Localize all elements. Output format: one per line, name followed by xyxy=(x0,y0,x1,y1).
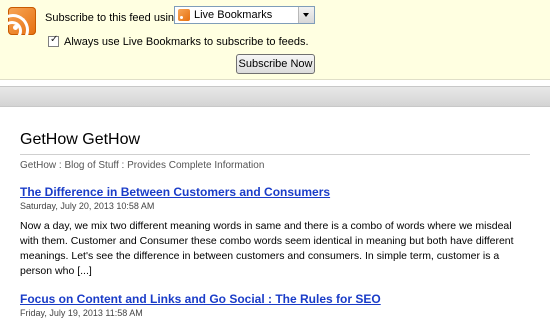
feed-subtitle: GetHow : Blog of Stuff : Provides Comple… xyxy=(20,160,265,171)
chevron-down-icon[interactable] xyxy=(298,7,314,23)
title-divider xyxy=(20,154,530,155)
always-use-checkbox[interactable] xyxy=(48,34,59,47)
subscribe-now-button[interactable]: Subscribe Now xyxy=(236,54,315,74)
feed-item-body: Now a day, we mix two different meaning … xyxy=(20,220,514,277)
subscribe-label: Subscribe to this feed using xyxy=(45,12,181,24)
rss-feed-icon xyxy=(8,7,36,35)
live-bookmarks-icon xyxy=(178,9,190,21)
feed-item-date: Friday, July 19, 2013 11:58 AM xyxy=(20,308,143,318)
subscribe-panel: Subscribe to this feed using Live Bookma… xyxy=(0,0,550,80)
reader-select[interactable]: Live Bookmarks xyxy=(174,6,315,24)
feed-item: Focus on Content and Links and Go Social… xyxy=(20,292,530,318)
reader-select-value: Live Bookmarks xyxy=(194,9,273,21)
feed-title: GetHow GetHow xyxy=(20,131,141,148)
feed-item-title-link[interactable]: The Difference in Between Customers and … xyxy=(20,185,530,199)
feed-item-title-link[interactable]: Focus on Content and Links and Go Social… xyxy=(20,292,530,306)
feed-item: The Difference in Between Customers and … xyxy=(20,185,530,279)
divider-bar xyxy=(0,86,550,107)
feed-item-date: Saturday, July 20, 2013 10:58 AM xyxy=(20,201,155,211)
always-use-label[interactable]: Always use Live Bookmarks to subscribe t… xyxy=(64,36,309,48)
feed-content: GetHow GetHow GetHow : Blog of Stuff : P… xyxy=(20,131,530,318)
